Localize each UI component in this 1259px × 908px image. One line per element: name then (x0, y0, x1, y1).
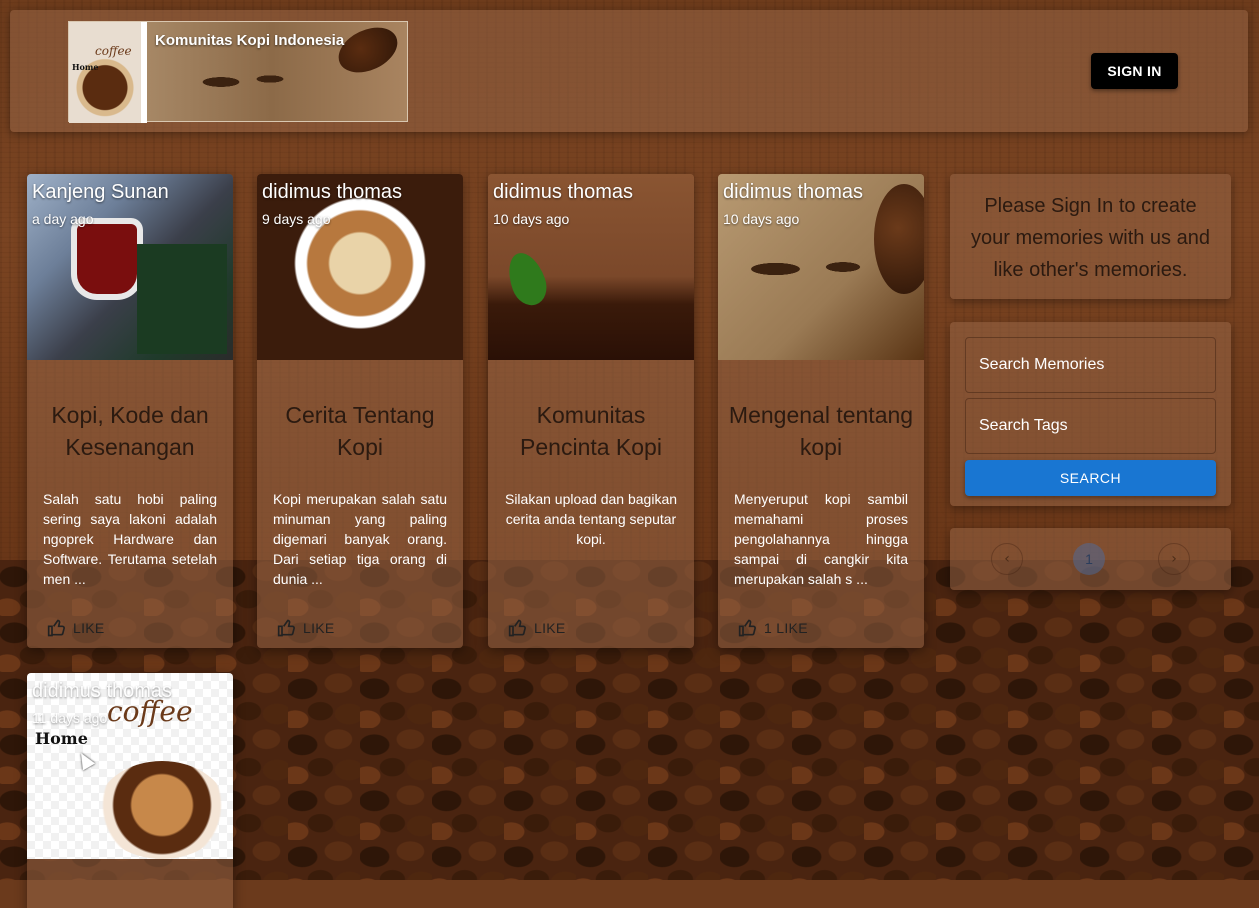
post-image[interactable]: didimus thomas 10 days ago (488, 174, 694, 360)
sign-in-button[interactable]: SIGN IN (1091, 53, 1178, 89)
logo-banner[interactable]: Home coffee Komunitas Kopi Indonesia (68, 18, 408, 123)
chevron-right-icon[interactable]: › (1158, 543, 1190, 575)
like-button[interactable]: 1 LIKE (738, 618, 808, 638)
post-image[interactable]: Kanjeng Sunan a day ago (27, 174, 233, 360)
post-author: didimus thomas (493, 181, 634, 203)
sign-in-message: Please Sign In to create your memories w… (971, 195, 1210, 281)
logo-coffee-text: coffee (95, 44, 132, 58)
post-card[interactable]: didimus thomas 9 days ago Cerita Tentang… (257, 174, 463, 648)
post-time: 10 days ago (493, 211, 570, 227)
search-memories-input[interactable] (965, 337, 1216, 393)
search-button[interactable]: SEARCH (965, 460, 1216, 496)
post-image[interactable]: didimus thomas 10 days ago (718, 174, 924, 360)
thumb-up-icon (277, 619, 295, 637)
leaf-icon (501, 247, 553, 311)
post-body: Silakan upload dan bagikan cerita anda t… (504, 491, 678, 547)
post-card[interactable]: didimus thomas 10 days ago Komunitas Pen… (488, 174, 694, 648)
coffee-cup-icon (97, 761, 227, 859)
post-time: a day ago (32, 211, 94, 227)
page-1-button[interactable]: 1 (1073, 543, 1105, 575)
logo-title: Komunitas Kopi Indonesia (155, 32, 345, 49)
post-title: Mengenal tentang kopi (728, 402, 914, 460)
post-title: Cerita Tentang Kopi (285, 402, 435, 460)
post-image[interactable]: didimus thomas 9 days ago (257, 174, 463, 360)
image-home-text: Home (35, 729, 88, 748)
post-time: 9 days ago (262, 211, 331, 227)
logo-divider (141, 22, 147, 123)
post-author: didimus thomas (723, 181, 864, 203)
post-body: Salah satu hobi paling sering saya lakon… (43, 491, 217, 587)
like-button[interactable]: LIKE (508, 618, 566, 638)
indonesia-map-icon (738, 249, 888, 289)
thumb-up-icon (47, 619, 65, 637)
like-button[interactable]: LIKE (47, 618, 105, 638)
indonesia-map-icon (179, 67, 319, 97)
sign-in-message-panel: Please Sign In to create your memories w… (950, 174, 1231, 299)
coffee-spoon-icon (331, 18, 405, 82)
logo-coffee-cup-image: Home coffee (69, 22, 141, 123)
post-card[interactable]: didimus thomas 10 days ago Mengenal tent… (718, 174, 924, 648)
like-label: 1 LIKE (764, 620, 808, 636)
post-author: didimus thomas (262, 181, 403, 203)
app-bar: Home coffee Komunitas Kopi Indonesia SIG… (10, 10, 1248, 132)
post-author: Kanjeng Sunan (32, 181, 169, 203)
pagination: ‹ 1 › (950, 528, 1231, 590)
like-label: LIKE (534, 620, 566, 636)
motherboard-icon (137, 244, 227, 354)
like-button[interactable]: LIKE (277, 618, 335, 638)
post-card[interactable]: coffee Home didimus thomas 11 days ago (27, 673, 233, 908)
thumb-up-icon (508, 619, 526, 637)
post-body: Menyeruput kopi sambil memahami proses p… (734, 491, 908, 587)
post-time: 11 days ago (32, 710, 108, 726)
post-body: Kopi merupakan salah satu minuman yang p… (273, 491, 447, 587)
post-time: 10 days ago (723, 211, 800, 227)
post-title: Kopi, Kode dan Kesenangan (51, 402, 209, 460)
post-card[interactable]: Kanjeng Sunan a day ago Kopi, Kode dan K… (27, 174, 233, 648)
like-label: LIKE (303, 620, 335, 636)
logo-home-text: Home (72, 62, 99, 72)
tea-cup-icon (77, 224, 137, 294)
post-author: didimus thomas (32, 680, 173, 702)
chevron-left-icon[interactable]: ‹ (991, 543, 1023, 575)
like-label: LIKE (73, 620, 105, 636)
post-image[interactable]: coffee Home didimus thomas 11 days ago (27, 673, 233, 859)
post-title: Komunitas Pencinta Kopi (520, 402, 662, 460)
thumb-up-icon (738, 619, 756, 637)
search-tags-input[interactable] (965, 398, 1216, 454)
search-panel: SEARCH (950, 322, 1231, 506)
